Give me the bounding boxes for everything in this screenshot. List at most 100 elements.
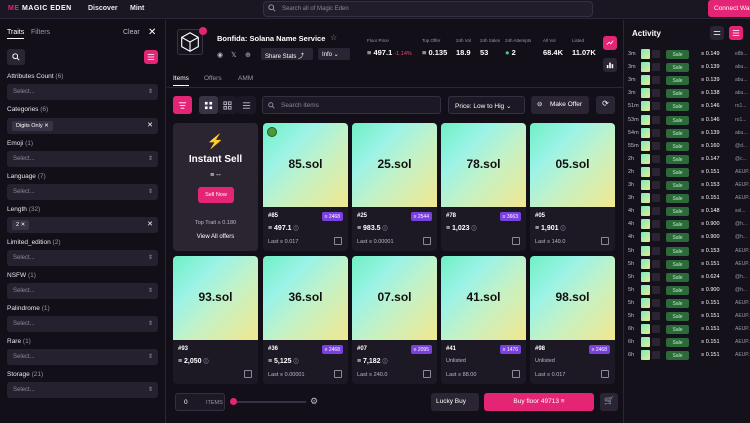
filter-chip[interactable]: Digits Only ✕ (12, 121, 53, 131)
filter-settings-icon[interactable] (710, 26, 724, 40)
storage-select[interactable]: Select... ⇕ (7, 382, 158, 398)
add-to-cart-icon[interactable] (423, 370, 431, 378)
list-view-icon[interactable] (144, 50, 158, 64)
emoji-select[interactable]: Select... ⇕ (7, 151, 158, 167)
activity-user[interactable]: sol... (735, 208, 746, 214)
activity-user[interactable]: AEUP... (735, 261, 750, 267)
activity-row[interactable]: 6h Sale ≡ 0.151 AEUP... (624, 349, 750, 362)
activity-user[interactable]: AEUP... (735, 326, 750, 332)
activity-user[interactable]: AEUP... (735, 248, 750, 254)
language-select[interactable]: Select... ⇕ (7, 184, 158, 200)
make-offer-button[interactable]: ⊖ Make Offer (531, 96, 589, 114)
activity-row[interactable]: 51m Sale ≡ 0.146 ro1... (624, 100, 750, 113)
activity-row[interactable]: 5h Sale ≡ 0.151 AEUP... (624, 258, 750, 271)
info-dropdown[interactable]: Info ⌄ (318, 48, 350, 60)
activity-user[interactable]: @h... (735, 221, 747, 227)
magic-eden-logo[interactable]: ME MAGIC EDEN (8, 5, 72, 12)
nft-card[interactable]: 78.sol #78 ≡ 3663 ≡ 1,023 ⓘ (441, 123, 526, 251)
activity-row[interactable]: 3h Sale ≡ 0.153 AEUP... (624, 179, 750, 192)
activity-row[interactable]: 5h Sale ≡ 0.624 @h... (624, 271, 750, 284)
filter-toggle-button[interactable] (173, 96, 192, 114)
activity-user[interactable]: @h... (735, 287, 747, 293)
palindrome-select[interactable]: Select... ⇕ (7, 316, 158, 332)
nft-card[interactable]: 36.sol #36 ≡ 2468 ≡ 5,125 ⓘ Last ≡ 0.000… (263, 256, 348, 384)
activity-row[interactable]: 6h Sale ≡ 0.151 AEUP... (624, 323, 750, 336)
add-to-cart-icon[interactable] (423, 237, 431, 245)
cart-icon[interactable]: 🛒 (600, 393, 618, 411)
activity-row[interactable]: 5h Sale ≡ 0.900 @h... (624, 284, 750, 297)
global-search-input[interactable]: Search all of Magic Eden (263, 1, 593, 17)
activity-user[interactable]: e8b... (735, 51, 748, 57)
activity-row[interactable]: 5h Sale ≡ 0.153 AEUP... (624, 245, 750, 258)
activity-user[interactable]: AEUP... (735, 339, 750, 345)
tab-filters[interactable]: Filters (31, 29, 50, 36)
clear-button[interactable]: Clear (123, 29, 140, 36)
activity-row[interactable]: 3m Sale ≡ 0.138 abu... (624, 87, 750, 100)
activity-row[interactable]: 55m Sale ≡ 0.160 @d... (624, 140, 750, 153)
grid-large-icon[interactable] (199, 96, 218, 114)
globe-icon[interactable]: ⊕ (245, 51, 251, 59)
activity-row[interactable]: 2h Sale ≡ 0.151 AEUP... (624, 166, 750, 179)
activity-chart-icon[interactable] (603, 36, 617, 50)
tab-traits[interactable]: Traits (7, 29, 25, 39)
activity-row[interactable]: 5h Sale ≡ 0.151 AEUP... (624, 297, 750, 310)
nav-mint[interactable]: Mint (130, 5, 144, 12)
nav-discover[interactable]: Discover (88, 5, 118, 12)
clear-icon[interactable]: ✕ (147, 220, 153, 228)
nft-card[interactable]: 25.sol #25 ≡ 2544 ≡ 983.5 ⓘ Last ≡ 0.000… (352, 123, 437, 251)
items-search-input[interactable]: Search items (262, 96, 441, 114)
x-twitter-icon[interactable]: 𝕏 (231, 51, 237, 59)
activity-row[interactable]: 54m Sale ≡ 0.139 abu... (624, 127, 750, 140)
activity-user[interactable]: AEUP... (735, 300, 750, 306)
add-to-cart-icon[interactable] (601, 237, 609, 245)
activity-row[interactable]: 3m Sale ≡ 0.149 e8b... (624, 48, 750, 61)
activity-user[interactable]: @c... (735, 156, 747, 162)
refresh-icon[interactable]: ⟳ (596, 96, 615, 114)
activity-user[interactable]: abu... (735, 64, 748, 70)
activity-row[interactable]: 3h Sale ≡ 0.151 AEUP... (624, 192, 750, 205)
add-to-cart-icon[interactable] (512, 370, 520, 378)
items-count-input[interactable]: 0 ITEMS (175, 393, 225, 411)
activity-user[interactable]: @d... (735, 143, 747, 149)
limited-edition-select[interactable]: Select... ⇕ (7, 250, 158, 266)
activity-user[interactable]: AEUP... (735, 313, 750, 319)
tab-items[interactable]: Items (173, 75, 189, 86)
categories-select[interactable]: Digits Only ✕ ✕ (7, 118, 158, 134)
activity-user[interactable]: @h... (735, 234, 747, 240)
list-view-icon[interactable] (237, 96, 256, 114)
share-stats-button[interactable]: Share Stats ⤴ (261, 48, 313, 60)
tab-offers[interactable]: Offers (204, 75, 222, 82)
nft-card[interactable]: 85.sol #85 ≡ 2468 ≡ 497.1 ⓘ Last ≡ 0.017 (263, 123, 348, 251)
bar-chart-icon[interactable] (603, 58, 617, 72)
nft-card[interactable]: 05.sol #05 ≡ 1,901 ⓘ Last ≡ 149.0 (530, 123, 615, 251)
activity-user[interactable]: abu... (735, 77, 748, 83)
add-to-cart-icon[interactable] (334, 370, 342, 378)
activity-row[interactable]: 4h Sale ≡ 0.148 sol... (624, 205, 750, 218)
activity-row[interactable]: 3m Sale ≡ 0.139 abu... (624, 74, 750, 87)
nft-card[interactable]: 98.sol #98 ≡ 2468 Unlisted Last ≡ 0.017 (530, 256, 615, 384)
nft-card[interactable]: 93.sol #93 ≡ 2,050 ⓘ (173, 256, 258, 384)
view-all-offers-link[interactable]: View All offers (173, 234, 258, 240)
sell-now-button[interactable]: Sell Now (198, 187, 234, 203)
list-view-icon[interactable] (729, 26, 743, 40)
add-to-cart-icon[interactable] (601, 370, 609, 378)
sort-select[interactable]: Price: Low to Hig ⌄ (448, 96, 525, 114)
filter-chip[interactable]: 2 ✕ (12, 220, 30, 230)
add-to-cart-icon[interactable] (244, 370, 252, 378)
sweep-slider[interactable] (230, 398, 306, 405)
tab-amm[interactable]: AMM (238, 75, 253, 82)
grid-small-icon[interactable] (218, 96, 237, 114)
connect-wallet-button[interactable]: Connect Wallet (708, 0, 750, 17)
attributes-count-select[interactable]: Select... ⇕ (7, 84, 158, 100)
activity-row[interactable]: 3m Sale ≡ 0.139 abu... (624, 61, 750, 74)
activity-user[interactable]: abu... (735, 90, 748, 96)
activity-user[interactable]: ro1... (735, 117, 746, 123)
settings-icon[interactable]: ⚙ (310, 396, 318, 407)
add-to-cart-icon[interactable] (334, 237, 342, 245)
activity-user[interactable]: AEUP... (735, 352, 750, 358)
nft-card[interactable]: 41.sol #41 ≡ 1476 Unlisted Last ≡ 88.00 (441, 256, 526, 384)
close-icon[interactable]: ✕ (148, 27, 156, 38)
star-icon[interactable]: ☆ (330, 33, 337, 42)
discord-icon[interactable]: ◉ (217, 51, 223, 59)
activity-user[interactable]: AEUP... (735, 195, 750, 201)
